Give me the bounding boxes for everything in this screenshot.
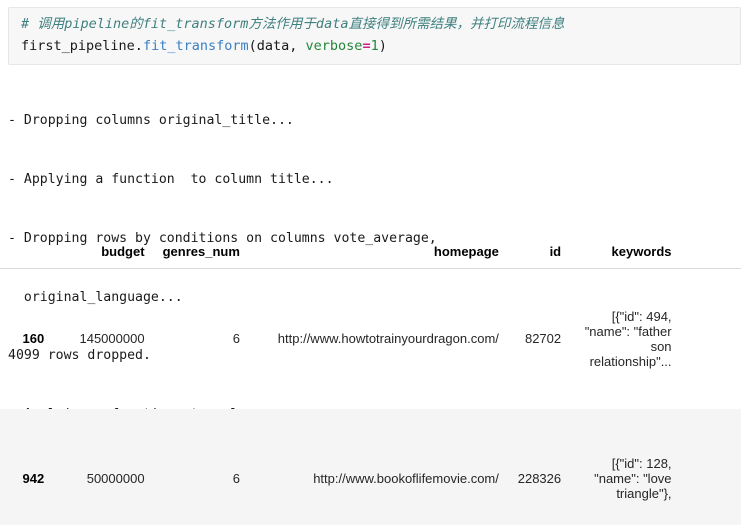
column-header-keywords: keywords bbox=[569, 240, 680, 269]
code-token-close-paren: ) bbox=[378, 38, 387, 54]
code-line-comment: # 调用pipeline的fit_transform方法作用于data直接得到所… bbox=[21, 13, 740, 35]
code-line-statement: first_pipeline.fit_transform(data, verbo… bbox=[21, 35, 740, 57]
cell-homepage: http://www.howtotrainyourdragon.com/ bbox=[277, 331, 499, 347]
code-token-equals: = bbox=[362, 38, 371, 54]
table-row[interactable]: 942 50000000 6 http://www.bookoflifemovi… bbox=[0, 408, 741, 525]
cell-budget: 145000000 bbox=[79, 331, 145, 347]
column-header-orig: orig bbox=[679, 240, 741, 269]
table-header-row: budget genres_num homepage id keywords o… bbox=[0, 240, 741, 269]
code-token-method: fit_transform bbox=[142, 38, 249, 54]
cell-genres-num: 6 bbox=[232, 331, 240, 347]
dataframe-table: budget genres_num homepage id keywords o… bbox=[0, 240, 741, 525]
code-token-kwarg: verbose bbox=[305, 38, 363, 54]
table-row[interactable]: 160 145000000 6 http://www.howtotrainyou… bbox=[0, 269, 741, 409]
notebook-output-area: # 调用pipeline的fit_transform方法作用于data直接得到所… bbox=[0, 0, 741, 525]
code-token-kwarg-value: 1 bbox=[370, 38, 379, 54]
column-header-index bbox=[0, 240, 53, 269]
dataframe-header: budget genres_num homepage id keywords o… bbox=[0, 240, 741, 269]
column-header-budget: budget bbox=[52, 240, 153, 269]
dataframe-body: 160 145000000 6 http://www.howtotrainyou… bbox=[0, 269, 741, 525]
column-header-id: id bbox=[506, 240, 570, 269]
cell-keywords: [{"id": 494, "name": "father son relatio… bbox=[584, 308, 672, 369]
cell-genres-num: 6 bbox=[152, 408, 248, 525]
code-comment-text: # 调用pipeline的fit_transform方法作用于data直接得到所… bbox=[21, 16, 565, 32]
column-header-genres-num: genres_num bbox=[152, 240, 248, 269]
cell-id: 228326 bbox=[506, 408, 570, 525]
cell-homepage: http://www.bookoflifemovie.com/ bbox=[247, 408, 507, 525]
cell-budget: 50000000 bbox=[52, 408, 153, 525]
stdout-line: - Applying a function to column title... bbox=[8, 171, 334, 187]
stdout-line: - Dropping columns original_title... bbox=[8, 113, 294, 129]
code-input-cell[interactable]: # 调用pipeline的fit_transform方法作用于data直接得到所… bbox=[8, 7, 741, 65]
column-header-homepage: homepage bbox=[247, 240, 507, 269]
cell-id: 82702 bbox=[524, 331, 562, 347]
cell-keywords: [{"id": 128, "name": "love triangle"}, bbox=[569, 408, 680, 525]
code-token-dot: . bbox=[134, 38, 143, 54]
code-token-object: first_pipeline bbox=[21, 38, 135, 54]
cell-orig bbox=[680, 269, 741, 409]
code-token-comma: , bbox=[289, 38, 306, 54]
row-index: 942 bbox=[0, 408, 53, 525]
code-token-open-paren: ( bbox=[248, 38, 257, 54]
cell-orig bbox=[679, 408, 741, 525]
row-index: 160 bbox=[22, 331, 45, 347]
dataframe-output[interactable]: budget genres_num homepage id keywords o… bbox=[0, 240, 741, 525]
code-token-arg: data bbox=[256, 38, 290, 54]
